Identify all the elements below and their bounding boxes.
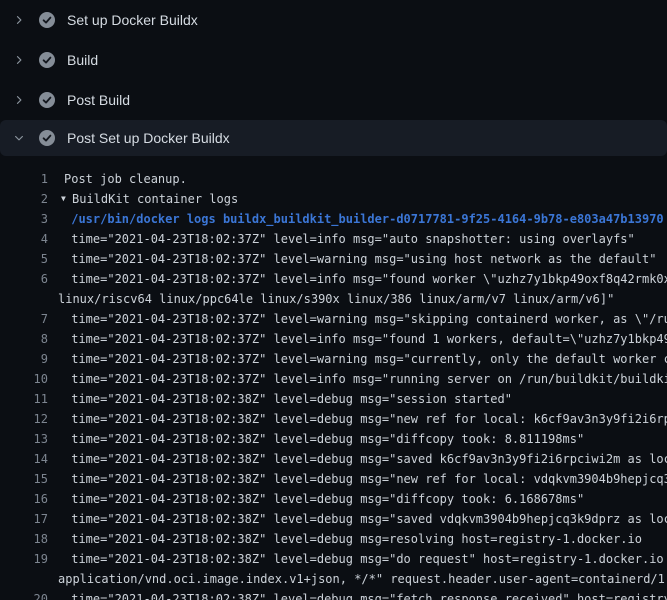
log-line-number[interactable]: 2: [0, 189, 48, 209]
log-line-1: 1 Post job cleanup.: [0, 169, 667, 189]
log-line-text: application/vnd.oci.image.index.v1+json,…: [58, 569, 667, 589]
log-line-number[interactable]: 18: [0, 529, 48, 549]
log-line-number[interactable]: 17: [0, 509, 48, 529]
step-header-set-up-docker-buildx[interactable]: Set up Docker Buildx: [0, 0, 667, 40]
log-line-number[interactable]: 8: [0, 329, 48, 349]
log-line-text: time="2021-04-23T18:02:37Z" level=info m…: [64, 229, 635, 249]
log-line-17: 17 time="2021-04-23T18:02:38Z" level=deb…: [0, 509, 667, 529]
check-circle-icon: [39, 130, 55, 146]
step-label: Set up Docker Buildx: [67, 10, 198, 30]
log-line-number[interactable]: 5: [0, 249, 48, 269]
log-line-text: Post job cleanup.: [64, 169, 187, 189]
step-label: Build: [67, 50, 98, 70]
chevron-right-icon[interactable]: [12, 93, 26, 107]
step-label: Post Build: [67, 90, 130, 110]
log-line-text: time="2021-04-23T18:02:38Z" level=debug …: [64, 429, 584, 449]
log-line-text: time="2021-04-23T18:02:37Z" level=warnin…: [64, 249, 656, 269]
log-line-number[interactable]: 9: [0, 349, 48, 369]
log-line-9: 9 time="2021-04-23T18:02:37Z" level=warn…: [0, 349, 667, 369]
log-line-text: time="2021-04-23T18:02:37Z" level=info m…: [64, 269, 667, 289]
log-line-10: 10 time="2021-04-23T18:02:37Z" level=inf…: [0, 369, 667, 389]
log-line-number: [0, 289, 48, 309]
log-line-text: time="2021-04-23T18:02:38Z" level=debug …: [64, 449, 667, 469]
step-label: Post Set up Docker Buildx: [67, 128, 230, 148]
log-line-number[interactable]: 3: [0, 209, 48, 229]
log-line-number[interactable]: 14: [0, 449, 48, 469]
log-line-number[interactable]: 10: [0, 369, 48, 389]
group-toggle-triangle-icon[interactable]: ▼: [61, 189, 70, 209]
log-line-7: 7 time="2021-04-23T18:02:37Z" level=warn…: [0, 309, 667, 329]
log-line-number[interactable]: 1: [0, 169, 48, 189]
check-circle-icon: [39, 12, 55, 28]
log-line-4: 4 time="2021-04-23T18:02:37Z" level=info…: [0, 229, 667, 249]
log-line-text: time="2021-04-23T18:02:38Z" level=debug …: [64, 549, 667, 569]
log-line-14: 14 time="2021-04-23T18:02:38Z" level=deb…: [0, 449, 667, 469]
log-line-number[interactable]: 4: [0, 229, 48, 249]
log-line-number[interactable]: 13: [0, 429, 48, 449]
log-line-number[interactable]: 19: [0, 549, 48, 569]
log-line-text: time="2021-04-23T18:02:37Z" level=warnin…: [64, 309, 667, 329]
log-line-number[interactable]: 12: [0, 409, 48, 429]
log-output: 1 Post job cleanup. 2 ▼ BuildKit contain…: [0, 169, 667, 600]
log-line-cont-6: linux/riscv64 linux/ppc64le linux/s390x …: [0, 289, 667, 309]
log-line-text: time="2021-04-23T18:02:38Z" level=debug …: [64, 469, 667, 489]
log-line-number[interactable]: 6: [0, 269, 48, 289]
step-header-post-build[interactable]: Post Build: [0, 80, 667, 120]
log-line-13: 13 time="2021-04-23T18:02:38Z" level=deb…: [0, 429, 667, 449]
log-line-16: 16 time="2021-04-23T18:02:38Z" level=deb…: [0, 489, 667, 509]
chevron-down-icon[interactable]: [12, 131, 26, 145]
log-line-20: 20 time="2021-04-23T18:02:38Z" level=deb…: [0, 589, 667, 600]
log-line-3: 3 /usr/bin/docker logs buildx_buildkit_b…: [0, 209, 667, 229]
log-line-text: time="2021-04-23T18:02:38Z" level=debug …: [64, 529, 642, 549]
log-line-15: 15 time="2021-04-23T18:02:38Z" level=deb…: [0, 469, 667, 489]
log-line-text: time="2021-04-23T18:02:37Z" level=info m…: [64, 369, 667, 389]
log-line-text: linux/riscv64 linux/ppc64le linux/s390x …: [58, 289, 614, 309]
log-line-text: time="2021-04-23T18:02:37Z" level=warnin…: [64, 349, 667, 369]
log-line-11: 11 time="2021-04-23T18:02:38Z" level=deb…: [0, 389, 667, 409]
log-line-text: time="2021-04-23T18:02:38Z" level=debug …: [64, 409, 667, 429]
log-line-number: [0, 569, 48, 589]
log-line-text: time="2021-04-23T18:02:38Z" level=debug …: [64, 509, 667, 529]
log-line-text: time="2021-04-23T18:02:38Z" level=debug …: [64, 389, 512, 409]
log-line-number[interactable]: 7: [0, 309, 48, 329]
log-line-5: 5 time="2021-04-23T18:02:37Z" level=warn…: [0, 249, 667, 269]
actions-log-viewer: Set up Docker Buildx Build P: [0, 0, 667, 600]
chevron-right-icon[interactable]: [12, 53, 26, 67]
log-line-number[interactable]: 16: [0, 489, 48, 509]
step-header-post-set-up-docker-buildx[interactable]: Post Set up Docker Buildx: [0, 120, 667, 156]
check-circle-icon: [39, 52, 55, 68]
log-line-2: 2 ▼ BuildKit container logs: [0, 189, 667, 209]
step-header-build[interactable]: Build: [0, 40, 667, 80]
log-line-6: 6 time="2021-04-23T18:02:37Z" level=info…: [0, 269, 667, 289]
log-line-text: time="2021-04-23T18:02:37Z" level=info m…: [64, 329, 667, 349]
log-line-text: time="2021-04-23T18:02:38Z" level=debug …: [64, 589, 667, 600]
log-line-text: BuildKit container logs: [72, 189, 238, 209]
log-line-number[interactable]: 11: [0, 389, 48, 409]
log-line-number[interactable]: 15: [0, 469, 48, 489]
chevron-right-icon[interactable]: [12, 13, 26, 27]
log-line-8: 8 time="2021-04-23T18:02:37Z" level=info…: [0, 329, 667, 349]
check-circle-icon: [39, 92, 55, 108]
log-line-12: 12 time="2021-04-23T18:02:38Z" level=deb…: [0, 409, 667, 429]
steps-list: Set up Docker Buildx Build P: [0, 0, 667, 156]
log-line-18: 18 time="2021-04-23T18:02:38Z" level=deb…: [0, 529, 667, 549]
log-line-text: /usr/bin/docker logs buildx_buildkit_bui…: [64, 209, 664, 229]
log-line-text: time="2021-04-23T18:02:38Z" level=debug …: [64, 489, 584, 509]
log-line-cont-20: application/vnd.oci.image.index.v1+json,…: [0, 569, 667, 589]
log-line-number[interactable]: 20: [0, 589, 48, 600]
log-line-19: 19 time="2021-04-23T18:02:38Z" level=deb…: [0, 549, 667, 569]
